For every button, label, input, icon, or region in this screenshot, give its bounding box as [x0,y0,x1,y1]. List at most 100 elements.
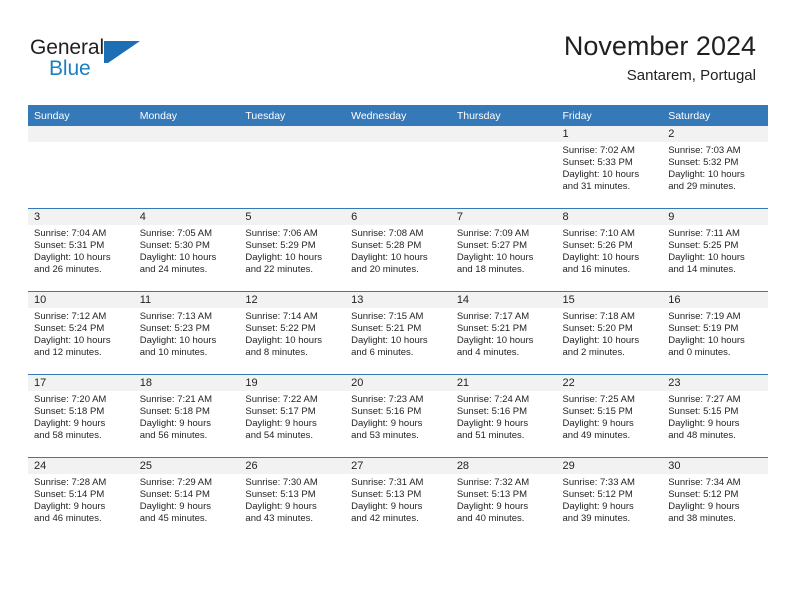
calendar-day-cell[interactable]: 10 Sunrise: 7:12 AM Sunset: 5:24 PM Dayligh… [28,291,134,375]
calendar-day-cell[interactable]: 26 Sunrise: 7:30 AM Sunset: 5:13 PM Dayligh… [239,457,346,540]
calendar-day-cell[interactable]: 1 Sunrise: 7:02 AM Sunset: 5:33 PM Daylight… [556,126,663,209]
daylight-duration-line1: Daylight: 9 hours [668,418,740,430]
day-number: 29 [556,458,663,474]
calendar-cell-empty [28,126,134,209]
calendar-cell-empty [450,126,557,209]
sunrise-time: Sunrise: 7:23 AM [351,394,424,405]
calendar-day-cell[interactable]: 12 Sunrise: 7:14 AM Sunset: 5:22 PM Dayligh… [239,291,346,375]
calendar-day-cell[interactable]: 8 Sunrise: 7:10 AM Sunset: 5:26 PM Daylight… [556,208,663,292]
sunrise-time: Sunrise: 7:25 AM [562,394,635,405]
daylight-duration-line1: Daylight: 9 hours [351,418,423,430]
brand-logo[interactable]: General Blue [30,36,160,84]
calendar-day-cell[interactable]: 18 Sunrise: 7:21 AM Sunset: 5:18 PM Dayligh… [133,374,240,458]
daylight-duration-line2: and 0 minutes. [668,347,731,359]
day-details: Sunrise: 7:10 AM Sunset: 5:26 PM Daylight:… [557,225,663,276]
daylight-duration-line1: Daylight: 9 hours [139,501,211,513]
sunset-time: Sunset: 5:21 PM [456,323,528,335]
day-details: Sunrise: 7:02 AM Sunset: 5:33 PM Daylight:… [557,142,663,193]
sunset-time: Sunset: 5:23 PM [139,323,210,335]
daylight-duration-line2: and 51 minutes. [456,430,525,442]
sunset-time: Sunset: 5:27 PM [456,240,528,252]
calendar-week-row: 3 Sunrise: 7:04 AM Sunset: 5:31 PM Daylight… [28,208,768,292]
calendar-cell-empty [345,126,451,209]
calendar-day-cell[interactable]: 28 Sunrise: 7:32 AM Sunset: 5:13 PM Dayligh… [450,457,557,540]
daylight-duration-line2: and 22 minutes. [245,264,314,276]
day-details: Sunrise: 7:03 AM Sunset: 5:32 PM Daylight:… [662,142,768,193]
calendar-day-cell[interactable]: 24 Sunrise: 7:28 AM Sunset: 5:14 PM Dayligh… [28,457,134,540]
sunset-time: Sunset: 5:14 PM [139,489,210,501]
day-details: Sunrise: 7:08 AM Sunset: 5:28 PM Daylight:… [345,225,451,276]
calendar-day-cell[interactable]: 16 Sunrise: 7:19 AM Sunset: 5:19 PM Dayligh… [662,291,768,375]
daylight-duration-line1: Daylight: 10 hours [668,252,745,264]
day-details: Sunrise: 7:17 AM Sunset: 5:21 PM Daylight:… [451,308,557,359]
calendar-day-cell[interactable]: 20 Sunrise: 7:23 AM Sunset: 5:16 PM Dayligh… [345,374,451,458]
day-number: 23 [662,375,768,391]
day-number: 14 [450,292,557,308]
sunset-time: Sunset: 5:14 PM [34,489,105,501]
daylight-duration-line1: Daylight: 10 hours [562,252,640,264]
calendar-day-cell[interactable]: 17 Sunrise: 7:20 AM Sunset: 5:18 PM Dayligh… [28,374,134,458]
daylight-duration-line1: Daylight: 10 hours [668,335,745,347]
calendar-day-cell[interactable]: 22 Sunrise: 7:25 AM Sunset: 5:15 PM Dayligh… [556,374,663,458]
calendar-day-cell[interactable]: 19 Sunrise: 7:22 AM Sunset: 5:17 PM Dayligh… [239,374,346,458]
calendar-day-cell[interactable]: 13 Sunrise: 7:15 AM Sunset: 5:21 PM Dayligh… [345,291,451,375]
day-number: 13 [345,292,451,308]
calendar-day-cell[interactable]: 15 Sunrise: 7:18 AM Sunset: 5:20 PM Dayligh… [556,291,663,375]
calendar-day-cell[interactable]: 3 Sunrise: 7:04 AM Sunset: 5:31 PM Daylight… [28,208,134,292]
day-details: Sunrise: 7:13 AM Sunset: 5:23 PM Daylight:… [134,308,240,359]
day-details: Sunrise: 7:25 AM Sunset: 5:15 PM Daylight:… [557,391,663,442]
day-details: Sunrise: 7:22 AM Sunset: 5:17 PM Daylight:… [239,391,345,442]
sunrise-time: Sunrise: 7:11 AM [668,228,740,239]
day-number: 21 [450,375,557,391]
calendar-day-cell[interactable]: 21 Sunrise: 7:24 AM Sunset: 5:16 PM Dayligh… [450,374,557,458]
calendar-day-cell[interactable]: 7 Sunrise: 7:09 AM Sunset: 5:27 PM Daylight… [450,208,557,292]
daylight-duration-line2: and 2 minutes. [562,347,625,359]
sunset-time: Sunset: 5:15 PM [668,406,739,418]
day-number: 8 [556,209,663,225]
sunrise-time: Sunrise: 7:33 AM [562,477,635,488]
day-number: 3 [28,209,134,225]
calendar-cell-empty [239,126,346,209]
sunset-time: Sunset: 5:13 PM [351,489,422,501]
sunset-time: Sunset: 5:21 PM [351,323,422,335]
daylight-duration-line2: and 8 minutes. [245,347,308,359]
daylight-duration-line2: and 42 minutes. [351,513,419,525]
calendar-day-cell[interactable]: 6 Sunrise: 7:08 AM Sunset: 5:28 PM Daylight… [345,208,451,292]
calendar-day-cell[interactable]: 9 Sunrise: 7:11 AM Sunset: 5:25 PM Daylight… [662,208,768,292]
daylight-duration-line2: and 58 minutes. [34,430,102,442]
day-details: Sunrise: 7:28 AM Sunset: 5:14 PM Daylight:… [28,474,134,525]
calendar-day-cell[interactable]: 27 Sunrise: 7:31 AM Sunset: 5:13 PM Dayligh… [345,457,451,540]
calendar-day-cell[interactable]: 25 Sunrise: 7:29 AM Sunset: 5:14 PM Dayligh… [133,457,240,540]
daylight-duration-line2: and 45 minutes. [139,513,208,525]
daylight-duration-line2: and 53 minutes. [351,430,419,442]
day-details: Sunrise: 7:29 AM Sunset: 5:14 PM Daylight:… [134,474,240,525]
calendar-day-cell[interactable]: 23 Sunrise: 7:27 AM Sunset: 5:15 PM Dayligh… [662,374,768,458]
daylight-duration-line1: Daylight: 10 hours [34,335,111,347]
daylight-duration-line2: and 12 minutes. [34,347,102,359]
calendar-day-cell[interactable]: 29 Sunrise: 7:33 AM Sunset: 5:12 PM Dayligh… [556,457,663,540]
sunrise-time: Sunrise: 7:22 AM [245,394,318,405]
calendar-day-cell[interactable]: 14 Sunrise: 7:17 AM Sunset: 5:21 PM Dayligh… [450,291,557,375]
sunset-time: Sunset: 5:33 PM [562,157,633,169]
calendar-day-cell[interactable]: 5 Sunrise: 7:06 AM Sunset: 5:29 PM Daylight… [239,208,346,292]
calendar-day-cell[interactable]: 30 Sunrise: 7:34 AM Sunset: 5:12 PM Dayligh… [662,457,768,540]
weekday-header-wednesday: Wednesday [345,105,451,126]
daylight-duration-line2: and 48 minutes. [668,430,736,442]
calendar-day-cell[interactable]: 4 Sunrise: 7:05 AM Sunset: 5:30 PM Daylight… [133,208,240,292]
weekday-header-monday: Monday [133,105,240,126]
day-details: Sunrise: 7:11 AM Sunset: 5:25 PM Daylight:… [662,225,768,276]
sunrise-time: Sunrise: 7:17 AM [456,311,530,322]
calendar-day-cell[interactable]: 11 Sunrise: 7:13 AM Sunset: 5:23 PM Dayligh… [133,291,240,375]
day-number: 19 [239,375,346,391]
calendar-header-row: Sunday Monday Tuesday Wednesday Thursday… [28,105,768,126]
calendar-day-cell[interactable]: 2 Sunrise: 7:03 AM Sunset: 5:32 PM Daylight… [662,126,768,209]
daylight-duration-line1: Daylight: 10 hours [245,252,322,264]
sunset-time: Sunset: 5:13 PM [245,489,316,501]
day-details: Sunrise: 7:19 AM Sunset: 5:19 PM Daylight:… [662,308,768,359]
sunrise-time: Sunrise: 7:04 AM [34,228,107,239]
sunrise-time: Sunrise: 7:24 AM [456,394,530,405]
day-number: 6 [345,209,451,225]
day-number: 2 [662,126,768,142]
sunrise-time: Sunrise: 7:06 AM [245,228,318,239]
daylight-duration-line1: Daylight: 10 hours [351,335,428,347]
